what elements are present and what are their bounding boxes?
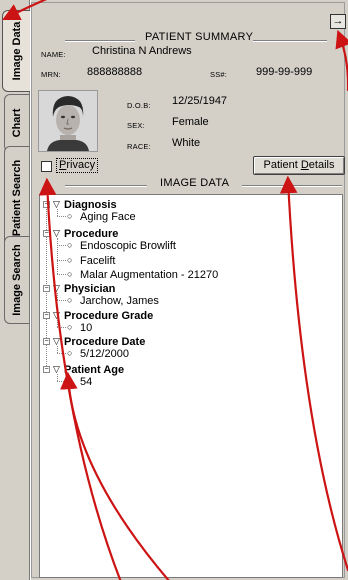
tab-patient-search-label: Patient Search	[11, 159, 23, 237]
privacy-checkbox[interactable]	[41, 161, 52, 172]
expand-arrow-button[interactable]: →	[330, 14, 346, 29]
procedure-item-0-bullet-icon: ○	[67, 240, 73, 250]
tree-item-malar-augmentation[interactable]: Malar Augmentation - 21270	[80, 269, 218, 281]
procedure-date-branch-line	[57, 346, 58, 353]
procedure-branch-line	[57, 238, 58, 274]
mrn-label: MRN:	[41, 70, 61, 79]
tab-image-data-label: Image Data	[10, 21, 23, 81]
diagnosis-expander[interactable]: −	[43, 201, 50, 208]
tree-item-jarchow-james[interactable]: Jarchow, James	[80, 295, 159, 307]
image-data-title: IMAGE DATA	[160, 177, 230, 189]
physician-expander[interactable]: −	[43, 285, 50, 292]
tree-item-facelift[interactable]: Facelift	[80, 255, 115, 267]
procedure-item-1-bullet-icon: ○	[67, 255, 73, 265]
tree-category-diagnosis[interactable]: Diagnosis	[64, 199, 117, 211]
patient-age-triangle-icon: ▽	[53, 364, 60, 374]
tab-patient-search[interactable]: Patient Search	[4, 146, 29, 250]
tab-image-data[interactable]: Image Data	[2, 10, 30, 92]
procedure-date-expander[interactable]: −	[43, 338, 50, 345]
diagnosis-item-0-connector	[57, 216, 66, 217]
physician-branch-line	[57, 293, 58, 300]
patient-summary-title: PATIENT SUMMARY	[145, 31, 254, 43]
procedure-expander[interactable]: −	[43, 230, 50, 237]
tab-chart[interactable]: Chart	[4, 94, 29, 152]
patient-age-expander[interactable]: −	[43, 366, 50, 373]
tab-image-search-label: Image Search	[11, 244, 23, 316]
image-data-divider-right	[242, 185, 342, 187]
procedure-grade-item-0-bullet-icon: ○	[67, 322, 73, 332]
tab-strip: Image Data Chart Patient Search Image Se…	[0, 0, 30, 580]
dob-label: D.O.B:	[127, 101, 151, 110]
tree-item-grade-10[interactable]: 10	[80, 322, 92, 334]
tab-chart-label: Chart	[11, 108, 23, 138]
procedure-item-2-connector	[57, 274, 66, 275]
patient-sex: Female	[172, 116, 209, 128]
tree-category-procedure[interactable]: Procedure	[64, 228, 118, 240]
name-label: NAME:	[41, 50, 66, 59]
image-data-divider-left	[65, 185, 147, 187]
summary-divider-left	[65, 40, 135, 42]
physician-triangle-icon: ▽	[53, 283, 60, 293]
sex-label: SEX:	[127, 121, 145, 130]
procedure-grade-branch-line	[57, 320, 58, 327]
patient-ss: 999-99-999	[256, 66, 313, 78]
procedure-item-2-bullet-icon: ○	[67, 269, 73, 279]
procedure-grade-item-0-connector	[57, 327, 66, 328]
tree-item-endoscopic-browlift[interactable]: Endoscopic Browlift	[80, 240, 176, 252]
procedure-grade-triangle-icon: ▽	[53, 310, 60, 320]
patient-dob: 12/25/1947	[172, 95, 228, 107]
patient-age-item-0-bullet-icon: ○	[67, 376, 73, 386]
procedure-item-0-connector	[57, 245, 66, 246]
procedure-grade-expander[interactable]: −	[43, 312, 50, 319]
procedure-item-1-connector	[57, 260, 66, 261]
tree-category-physician[interactable]: Physician	[64, 283, 115, 295]
privacy-label[interactable]: Privacy	[56, 158, 99, 173]
summary-divider-right	[253, 40, 327, 42]
physician-item-0-connector	[57, 300, 66, 301]
procedure-date-item-0-connector	[57, 353, 66, 354]
patient-age-item-0-connector	[57, 381, 66, 382]
tree-item-age-54[interactable]: 54	[80, 376, 92, 388]
procedure-triangle-icon: ▽	[53, 228, 60, 238]
patient-photo-image	[39, 91, 97, 151]
tree-item-date-2000[interactable]: 5/12/2000	[80, 348, 129, 360]
tab-image-search[interactable]: Image Search	[4, 236, 29, 324]
patient-age-branch-line	[57, 374, 58, 381]
patient-name: Christina N Andrews	[92, 45, 192, 57]
physician-item-0-bullet-icon: ○	[67, 295, 73, 305]
tree-category-patient-age[interactable]: Patient Age	[64, 364, 124, 376]
diagnosis-triangle-icon: ▽	[53, 199, 60, 209]
tree-category-procedure-grade[interactable]: Procedure Grade	[64, 310, 153, 322]
ss-label: SS#:	[210, 70, 228, 79]
image-data-tree[interactable]: − ▽ Diagnosis ○ Aging Face − ▽ Procedure…	[39, 194, 343, 578]
patient-race: White	[172, 137, 201, 149]
patient-details-button[interactable]: Patient Details	[253, 156, 345, 175]
tree-category-procedure-date[interactable]: Procedure Date	[64, 336, 145, 348]
diagnosis-branch-line	[57, 209, 58, 216]
race-label: RACE:	[127, 142, 151, 151]
patient-mrn: 888888888	[87, 66, 143, 78]
procedure-date-item-0-bullet-icon: ○	[67, 348, 73, 358]
patient-photo	[38, 90, 98, 152]
tree-item-aging-face[interactable]: Aging Face	[80, 211, 136, 223]
procedure-date-triangle-icon: ▽	[53, 336, 60, 346]
diagnosis-item-0-bullet-icon: ○	[67, 211, 73, 221]
